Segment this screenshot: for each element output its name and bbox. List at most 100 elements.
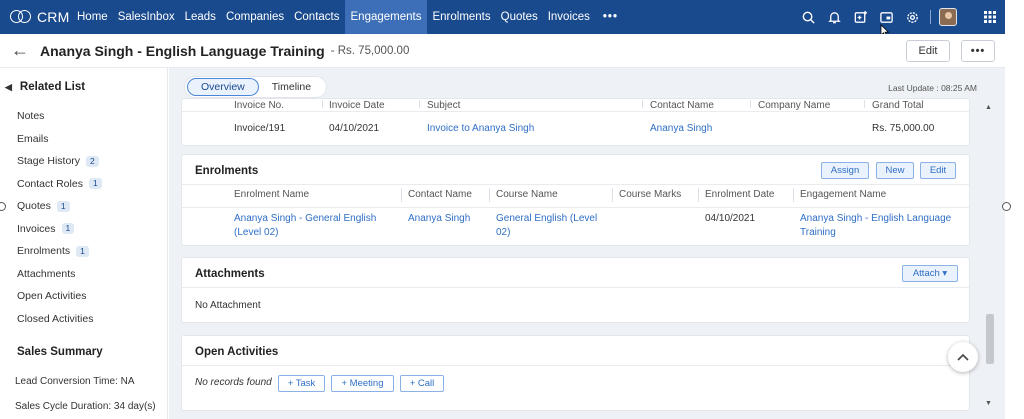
tab-engagements[interactable]: Engagements (344, 0, 428, 34)
column-header: Company Name (758, 100, 831, 111)
view-tabs: Overview Timeline (184, 76, 328, 98)
module-tabs: Home SalesInbox Leads Companies Contacts… (72, 0, 623, 34)
count-badge: 1 (76, 245, 89, 257)
record-detail-area: Overview Timeline Last Update : 08:25 AM… (169, 68, 1005, 419)
more-tabs-button[interactable]: ••• (595, 0, 623, 34)
course-name-link[interactable]: General English (Level 02) (496, 212, 597, 240)
section-title: Enrolments (195, 165, 259, 177)
attachments-section: Attachments Attach ▾ No Attachment (181, 257, 970, 323)
tab-quotes[interactable]: Quotes (496, 0, 543, 34)
sidebar-item-invoices[interactable]: Invoices 1 (17, 218, 102, 241)
tab-leads[interactable]: Leads (180, 0, 221, 34)
count-badge: 1 (56, 200, 70, 212)
logo-text: CRM (37, 9, 70, 25)
settings-icon[interactable] (900, 5, 924, 29)
assign-button[interactable]: Assign (821, 162, 869, 179)
lead-conversion-time: Lead Conversion Time: NA (15, 376, 135, 387)
new-enrolment-button[interactable]: New (876, 162, 914, 179)
contact-name-link[interactable]: Ananya Singh (650, 122, 712, 136)
sidebar-item-emails[interactable]: Emails (17, 128, 102, 151)
add-call-button[interactable]: + Call (400, 375, 444, 392)
sidebar-item-attachments[interactable]: Attachments (17, 263, 102, 286)
scroll-to-top-button[interactable] (948, 342, 978, 372)
column-header: Course Marks (619, 189, 682, 200)
engagement-name-link[interactable]: Ananya Singh - English Language Training (800, 212, 951, 240)
related-list: Notes Emails Stage History 2 Contact Role… (17, 105, 102, 330)
scrollbar[interactable]: ▲ ▼ (983, 102, 995, 419)
column-header: Contact Name (650, 100, 714, 111)
column-header: Invoice Date (329, 100, 385, 111)
tab-invoices[interactable]: Invoices (543, 0, 595, 34)
sidebar-item-notes[interactable]: Notes (17, 105, 102, 128)
related-list-heading[interactable]: ◀ Related List (5, 81, 85, 93)
add-meeting-button[interactable]: + Meeting (331, 375, 394, 392)
edit-enrolments-button[interactable]: Edit (920, 162, 956, 179)
attach-dropdown-button[interactable]: Attach ▾ (902, 265, 958, 282)
sidebar-item-quotes[interactable]: Quotes 1 (17, 195, 102, 218)
search-icon[interactable] (796, 5, 820, 29)
invoice-number: Invoice/191 (234, 123, 286, 134)
calendar-add-icon[interactable] (848, 5, 872, 29)
column-header: Invoice No. (234, 100, 285, 111)
enrolment-name-link[interactable]: Ananya Singh - General English (Level 02… (234, 212, 376, 240)
sales-summary-heading: Sales Summary (17, 346, 103, 358)
tab-overview[interactable]: Overview (187, 78, 259, 96)
column-header: Contact Name (408, 189, 472, 200)
empty-state-text: No Attachment (195, 300, 261, 311)
sidebar-item-enrolments[interactable]: Enrolments 1 (17, 240, 102, 263)
more-actions-button[interactable]: ••• (961, 40, 995, 62)
sidebar-item-closed-activities[interactable]: Closed Activities (17, 308, 102, 331)
resize-handle-right[interactable] (1002, 202, 1011, 211)
tab-salesinbox[interactable]: SalesInbox (113, 0, 180, 34)
scroll-down-arrow-icon[interactable]: ▼ (985, 400, 992, 407)
sidebar-item-contact-roles[interactable]: Contact Roles 1 (17, 173, 102, 196)
scroll-up-arrow-icon[interactable]: ▲ (985, 104, 992, 111)
top-navigation-bar: CRM Home SalesInbox Leads Companies Cont… (0, 0, 1005, 34)
count-badge: 2 (86, 155, 99, 167)
logo-icon (10, 10, 32, 24)
column-header: Enrolment Date (705, 189, 775, 200)
bell-icon[interactable] (822, 5, 846, 29)
crm-logo[interactable]: CRM (0, 0, 72, 34)
column-header: Engagement Name (800, 189, 887, 200)
grand-total: Rs. 75,000.00 (872, 123, 935, 134)
chevron-up-icon (957, 353, 969, 361)
enrolments-section: Enrolments Assign New Edit Enrolment Nam… (181, 154, 970, 246)
tab-timeline[interactable]: Timeline (259, 78, 324, 96)
sidebar-item-open-activities[interactable]: Open Activities (17, 285, 102, 308)
enrolment-date: 04/10/2021 (705, 213, 756, 224)
record-title: Ananya Singh - English Language Training (40, 42, 325, 59)
invoices-section: Invoice No. Invoice Date Subject Contact… (181, 98, 970, 146)
add-task-button[interactable]: + Task (278, 375, 325, 392)
tab-companies[interactable]: Companies (221, 0, 289, 34)
count-badge: 1 (61, 223, 75, 235)
collapse-caret-icon[interactable]: ◀ (5, 82, 12, 93)
scrollbar-thumb[interactable] (986, 314, 994, 364)
avatar[interactable] (939, 8, 957, 26)
back-arrow-icon[interactable]: ← (0, 34, 40, 68)
sales-cycle-duration: Sales Cycle Duration: 34 day(s) (15, 401, 156, 412)
empty-state-text: No records found (195, 377, 272, 388)
sidebar-item-stage-history[interactable]: Stage History 2 (17, 150, 102, 173)
column-header: Subject (427, 100, 461, 111)
edit-record-button[interactable]: Edit (906, 40, 950, 62)
record-amount: - Rs. 75,000.00 (330, 44, 410, 57)
invoice-date: 04/10/2021 (329, 123, 380, 134)
record-header: ← Ananya Singh - English Language Traini… (0, 34, 1005, 68)
column-header: Enrolment Name (234, 189, 310, 200)
section-title: Attachments (195, 268, 265, 280)
tab-enrolments[interactable]: Enrolments (427, 0, 495, 34)
contact-name-link[interactable]: Ananya Singh (408, 212, 470, 226)
tab-contacts[interactable]: Contacts (289, 0, 344, 34)
column-header: Course Name (496, 189, 558, 200)
divider (930, 10, 931, 24)
tab-home[interactable]: Home (72, 0, 113, 34)
header-icons (794, 0, 957, 34)
open-activities-section: Open Activities No records found + Task … (181, 335, 970, 411)
related-list-sidebar: ◀ Related List Notes Emails Stage Histor… (0, 68, 168, 419)
apps-grid-icon[interactable] (975, 0, 1005, 34)
last-update-text: Last Update : 08:25 AM (888, 83, 977, 93)
count-badge: 1 (88, 178, 102, 190)
column-header: Grand Total (872, 100, 924, 111)
invoice-subject-link[interactable]: Invoice to Ananya Singh (427, 122, 534, 136)
